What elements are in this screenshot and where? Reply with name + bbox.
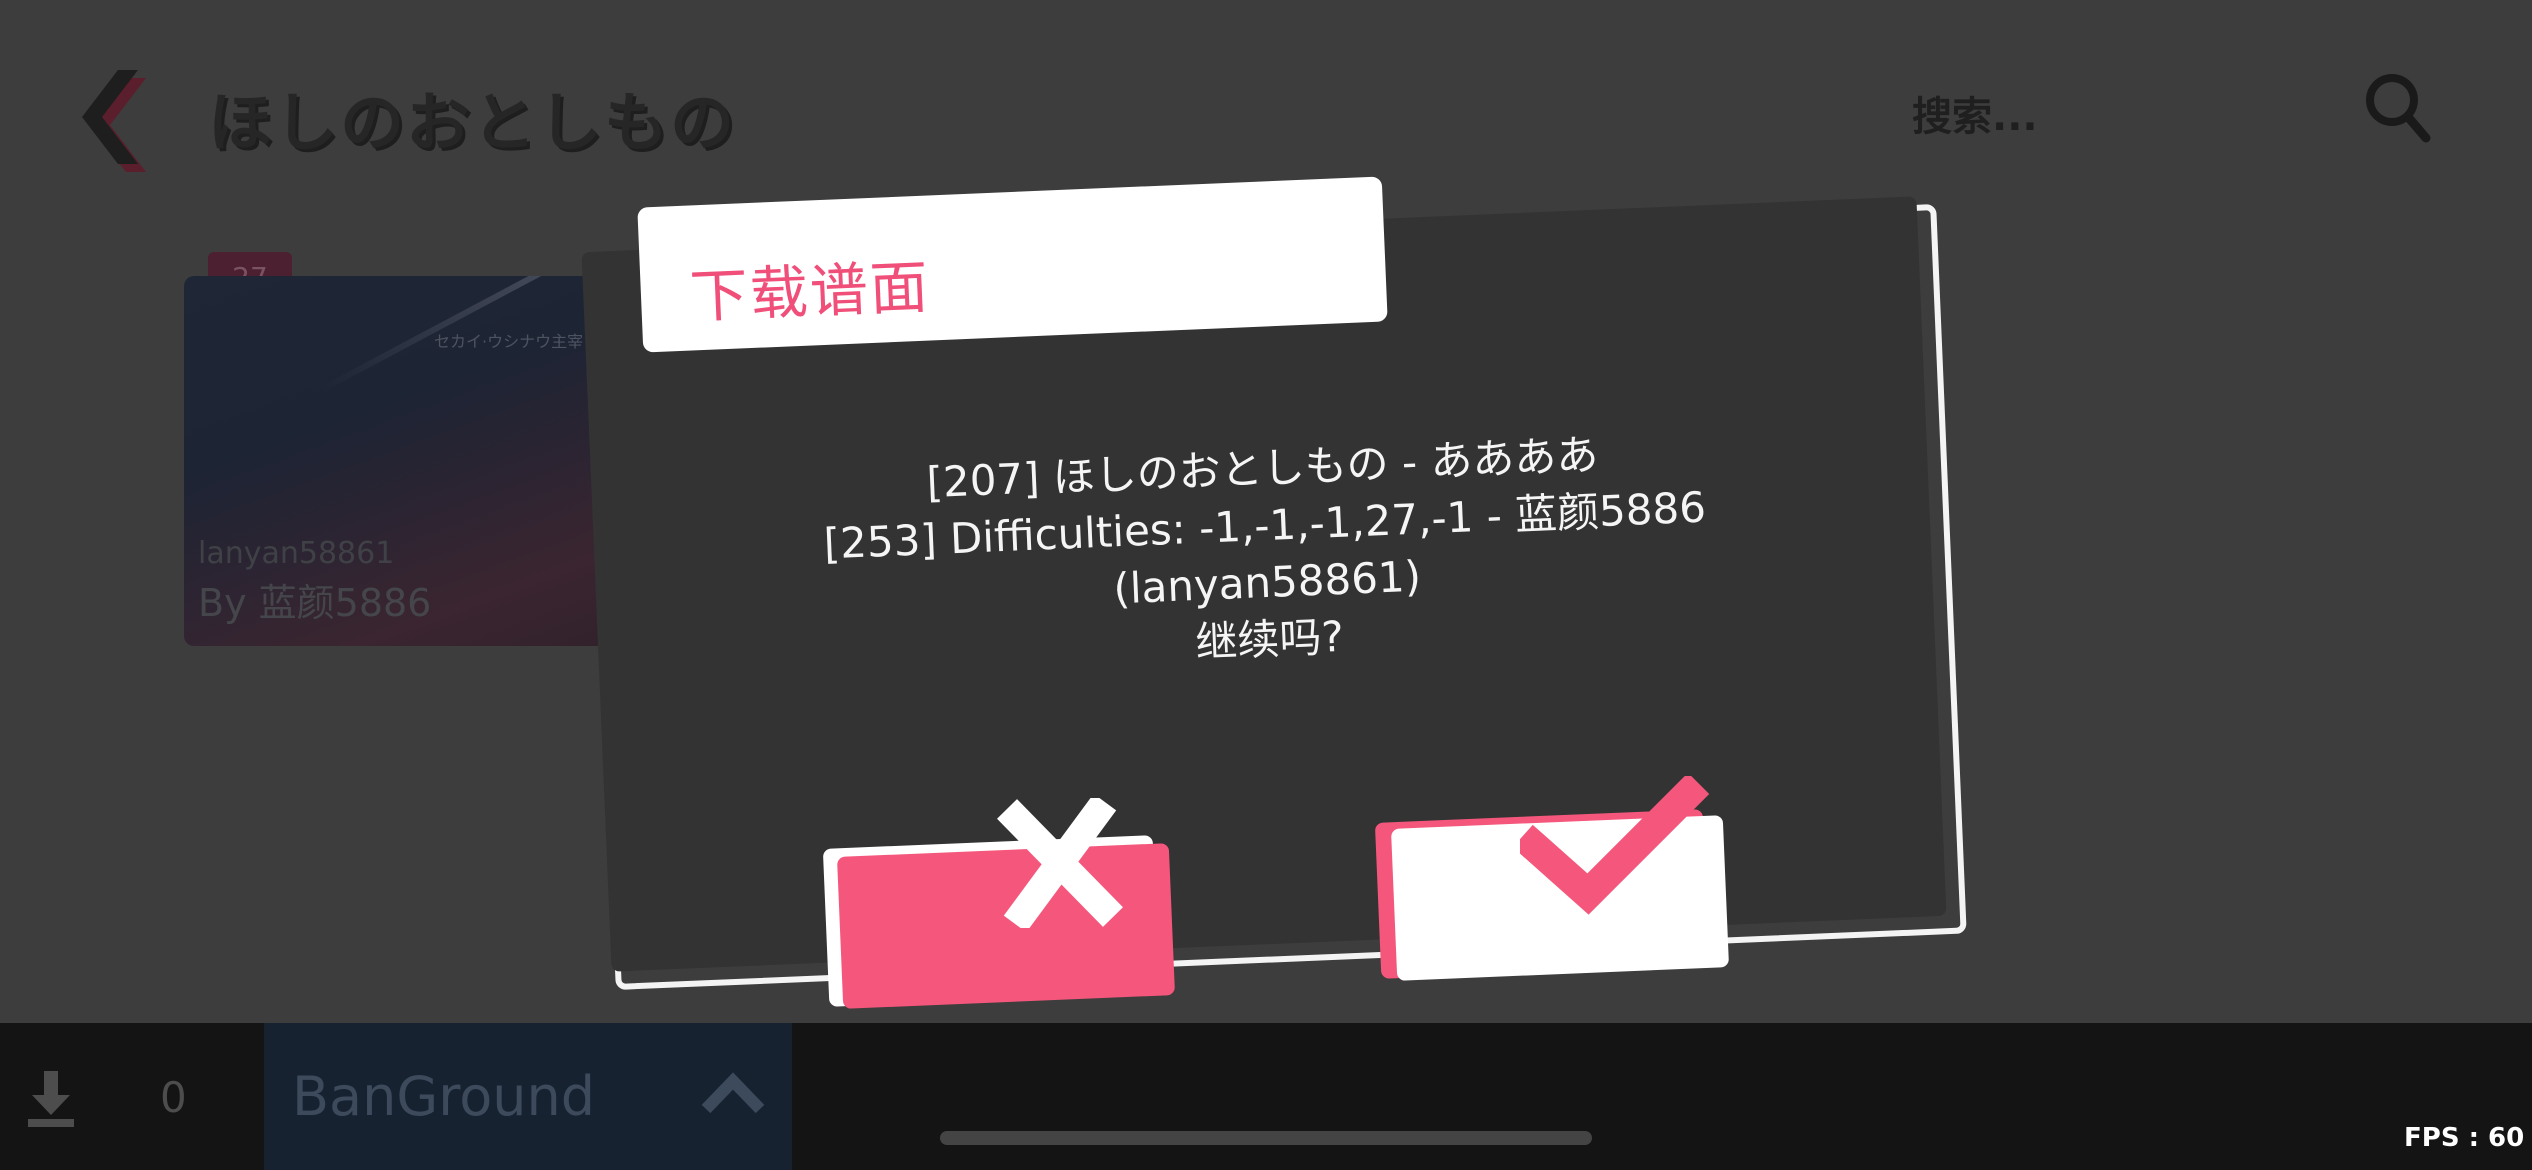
dialog-message: [207] ほしのおとしもの - ああああ [253] Difficulties…	[712, 417, 1821, 691]
home-indicator[interactable]	[940, 1131, 1592, 1145]
fps-counter: FPS : 60	[2404, 1123, 2525, 1153]
search-icon[interactable]	[2362, 70, 2432, 145]
server-select[interactable]: BanGround	[264, 1023, 792, 1170]
download-count: 0	[160, 1073, 187, 1122]
chevron-up-icon	[701, 1072, 765, 1114]
back-chevron-icon[interactable]	[80, 70, 170, 180]
dialog-title: 下载谱面	[688, 252, 932, 331]
server-label: BanGround	[292, 1065, 595, 1128]
card-charter: lanyan58861	[198, 536, 395, 571]
card-author: By 蓝颜5886	[198, 581, 432, 625]
page-title: ほしのおとしもの	[208, 87, 736, 161]
download-icon[interactable]	[28, 1071, 74, 1127]
check-icon[interactable]	[1520, 776, 1720, 916]
close-icon[interactable]	[990, 798, 1130, 928]
bottom-bar: 0 BanGround FPS : 60	[0, 1023, 2532, 1170]
cover-art-text: セカイ·ウシナウ主宰	[434, 332, 584, 351]
search-input[interactable]: 搜索...	[1912, 84, 2038, 142]
